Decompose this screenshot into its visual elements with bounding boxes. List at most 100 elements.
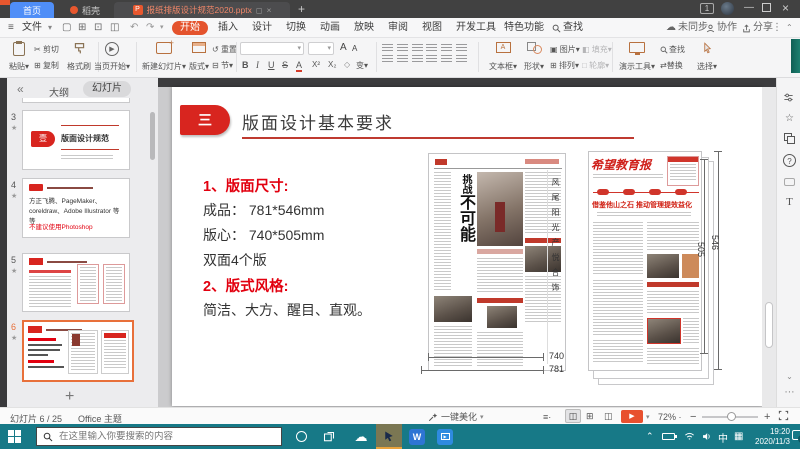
export-icon[interactable]: ⊞: [78, 21, 86, 35]
tab-transition[interactable]: 切换: [286, 21, 306, 35]
zoom-out-button[interactable]: −: [690, 411, 696, 423]
cortana-button[interactable]: [288, 424, 314, 449]
picture-button[interactable]: ▣ 图片▾: [550, 44, 580, 55]
pin-tab-icon[interactable]: ◻: [256, 6, 263, 15]
subscript-button[interactable]: X₂: [328, 60, 336, 69]
layers-icon[interactable]: [783, 132, 796, 145]
scrollbar-thumb[interactable]: [765, 302, 773, 348]
increase-font-button[interactable]: A: [340, 42, 347, 53]
tab-view[interactable]: 视图: [422, 21, 442, 35]
restore-button[interactable]: [762, 3, 771, 12]
body-line[interactable]: 双面4个版: [203, 250, 267, 270]
ime-indicator[interactable]: 中: [718, 430, 728, 445]
slideshow-play-button[interactable]: ▶: [621, 410, 643, 423]
task-view-button[interactable]: [316, 424, 342, 449]
tab-features[interactable]: 特色功能: [504, 21, 544, 35]
thumbnail-slide-5[interactable]: [22, 253, 130, 312]
redo-icon[interactable]: ↷: [146, 21, 154, 35]
zoom-in-button[interactable]: +: [764, 411, 770, 423]
textbox-button[interactable]: A 文本框▾: [486, 40, 520, 74]
tab-insert[interactable]: 插入: [218, 21, 238, 35]
zoom-level[interactable]: 72% ·: [658, 412, 682, 422]
more-menu-icon[interactable]: ⋮: [772, 21, 782, 35]
collapse-ribbon-icon[interactable]: ⌃: [786, 21, 793, 35]
wifi-icon[interactable]: [684, 431, 695, 442]
collapse-panel-icon[interactable]: «: [17, 82, 24, 96]
copy-button[interactable]: ⊞ 复制: [34, 60, 59, 71]
slide-editor[interactable]: 三 版面设计基本要求 1、版面尺寸: 成品： 781*546mm 版心： 740…: [172, 87, 762, 406]
find-menu[interactable]: 查找: [552, 21, 583, 35]
close-window-button[interactable]: ×: [782, 1, 789, 15]
align-right-icon[interactable]: [411, 55, 423, 63]
select-button[interactable]: 选择▾: [692, 40, 722, 74]
rail-scroll-icon[interactable]: ⌄: [783, 370, 796, 383]
reading-view-icon[interactable]: ◫: [604, 411, 613, 422]
body-line[interactable]: 成品： 781*546mm: [203, 200, 324, 220]
collaborate-button[interactable]: 协作: [706, 21, 737, 35]
outline-button[interactable]: □ 轮廓▾: [582, 60, 609, 71]
fill-button[interactable]: ◧ 填充▾: [582, 44, 612, 55]
text-tool-icon[interactable]: T: [783, 196, 796, 209]
replace-button[interactable]: ⇄替换: [660, 60, 683, 71]
thumbnail-slide-4[interactable]: 方正飞腾、PageMaker、coreldraw、Adobe Illustrat…: [22, 178, 130, 238]
body-line[interactable]: 1、版面尺寸:: [203, 175, 288, 196]
history-arrow-icon[interactable]: ▾: [160, 21, 164, 35]
format-painter-button[interactable]: 格式刷: [64, 40, 94, 74]
search-input[interactable]: [59, 431, 259, 442]
text-direction-icon[interactable]: [456, 44, 468, 52]
battery-icon[interactable]: [662, 433, 677, 440]
beautify-button[interactable]: 一键美化 ▾: [428, 410, 484, 423]
indent-increase-icon[interactable]: [426, 44, 438, 52]
save-icon[interactable]: ▢: [62, 21, 71, 35]
bold-button[interactable]: B: [242, 60, 249, 70]
tray-expand-icon[interactable]: ⌃: [646, 431, 654, 442]
fit-slide-icon[interactable]: [778, 410, 789, 421]
rail-more-icon[interactable]: ⋯: [783, 386, 796, 399]
canvas-scrollbar[interactable]: [762, 87, 776, 407]
newspaper-left-page[interactable]: 挑战不可能 风尾阳光产悦合饰: [428, 153, 566, 371]
comment-icon[interactable]: [783, 176, 796, 189]
active-capture-app[interactable]: [376, 424, 402, 449]
slide-title[interactable]: 版面设计基本要求: [242, 109, 394, 134]
volume-icon[interactable]: [701, 431, 712, 442]
font-size-input[interactable]: ▾: [308, 42, 334, 55]
italic-button[interactable]: I: [256, 60, 259, 70]
side-panel-edge[interactable]: [791, 39, 800, 73]
tab-slideshow[interactable]: 放映: [354, 21, 374, 35]
bullet-list-icon[interactable]: [382, 44, 393, 52]
find-button[interactable]: 查找: [660, 44, 685, 55]
play-from-current-button[interactable]: ▶ 当页开始▾: [92, 40, 132, 74]
tab-start[interactable]: 开始: [172, 21, 208, 35]
body-line[interactable]: 2、版式风格:: [203, 275, 288, 296]
hamburger-icon[interactable]: ≡: [8, 21, 14, 35]
notes-toggle-icon[interactable]: ≡·: [543, 412, 551, 422]
paste-button[interactable]: 粘贴▾: [4, 40, 34, 74]
justify-icon[interactable]: [426, 55, 438, 63]
wps-writer-app[interactable]: W: [404, 424, 430, 449]
shapes-button[interactable]: 形状▾: [520, 40, 548, 74]
help-icon[interactable]: ?: [783, 154, 796, 167]
font-family-input[interactable]: ▾: [240, 42, 304, 55]
align-left-icon[interactable]: [382, 55, 393, 63]
normal-view-icon[interactable]: ◫: [565, 409, 581, 423]
zoom-slider-knob[interactable]: [727, 412, 736, 421]
undo-icon[interactable]: ↶: [130, 21, 138, 35]
decrease-font-button[interactable]: A: [352, 44, 357, 53]
new-slide-button[interactable]: + 新建幻灯片▾: [140, 38, 188, 74]
columns-icon[interactable]: [456, 55, 468, 63]
distribute-icon[interactable]: [441, 55, 453, 63]
tab-document[interactable]: P 报纸排版设计规范2020.pptx ◻ ×: [114, 2, 290, 18]
thumbnail-slide-3[interactable]: 壹 版面设计规范: [22, 110, 130, 170]
new-tab-button[interactable]: +: [298, 2, 305, 16]
notification-center-icon[interactable]: 5: [792, 430, 800, 443]
minimize-button[interactable]: —: [744, 2, 754, 13]
clear-format-icon[interactable]: ◇: [344, 60, 350, 69]
close-tab-icon[interactable]: ×: [267, 5, 272, 15]
share-button[interactable]: 分享: [742, 21, 773, 35]
superscript-button[interactable]: X²: [312, 60, 320, 69]
slides-tab[interactable]: 幻灯片: [83, 81, 131, 97]
arrange-button[interactable]: ⊞ 排列▾: [550, 60, 579, 71]
ime-keyboard-icon[interactable]: ▦: [734, 431, 743, 442]
tab-devtools[interactable]: 开发工具: [456, 21, 496, 35]
preview-icon[interactable]: ◫: [110, 21, 119, 35]
